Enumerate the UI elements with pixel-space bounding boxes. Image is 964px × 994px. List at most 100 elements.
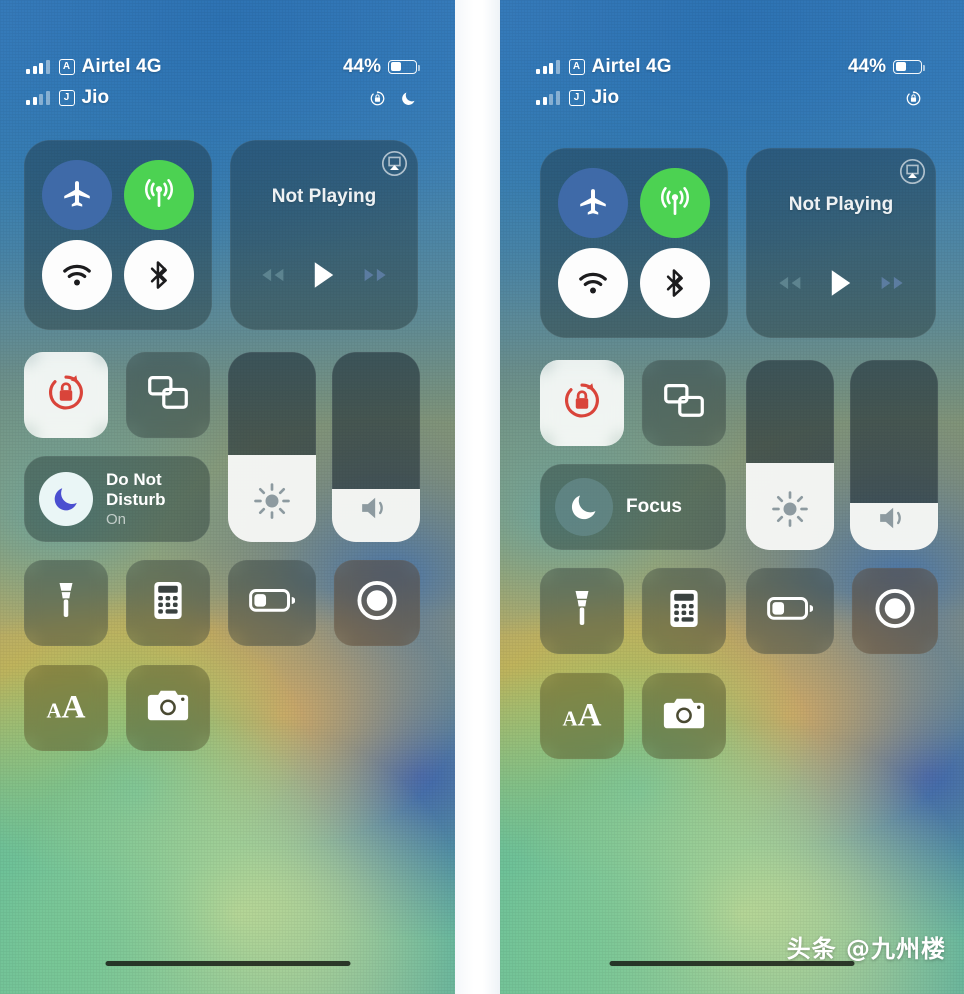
rotation-lock-icon — [369, 90, 386, 107]
wifi-icon — [579, 272, 607, 294]
carrier-label-sim2: Jio — [591, 87, 620, 108]
low-power-mode-tile[interactable] — [228, 560, 316, 646]
rotation-lock-icon — [44, 371, 88, 420]
screenshot-root: A Airtel 4G J Jio 44% Not Playing Do Not… — [0, 0, 964, 994]
screen-record-tile[interactable] — [852, 568, 938, 654]
record-icon — [355, 579, 399, 628]
focus-title: Do Not Disturb — [106, 469, 166, 509]
flashlight-tile[interactable] — [540, 568, 624, 654]
signal-bars-sim2 — [26, 91, 50, 105]
signal-bars-sim2 — [536, 91, 560, 105]
cellular-icon — [661, 187, 689, 215]
media-title: Not Playing — [271, 186, 377, 207]
home-indicator[interactable] — [105, 961, 350, 966]
phone-screenshot-left: A Airtel 4G J Jio 44% Not Playing Do Not… — [0, 0, 455, 994]
battery-percent-label: 44% — [847, 55, 886, 77]
wifi-button[interactable] — [42, 240, 112, 310]
text-size-icon: AA — [46, 689, 86, 726]
airplay-icon[interactable] — [381, 150, 408, 182]
focus-subtitle: On — [106, 510, 127, 528]
text-size-icon: AA — [562, 697, 602, 734]
watermark: 头条 @九州楼 — [786, 935, 946, 963]
sim1-badge-icon: A — [568, 58, 585, 75]
airplane-mode-button[interactable] — [558, 168, 628, 238]
volume-slider[interactable] — [850, 360, 938, 550]
screen-mirroring-icon — [146, 373, 190, 418]
moon-icon — [555, 478, 613, 536]
low-power-mode-tile[interactable] — [746, 568, 834, 654]
flashlight-icon — [46, 580, 86, 627]
wifi-icon — [63, 264, 91, 286]
screen-mirroring-tile[interactable] — [642, 360, 726, 446]
rotation-lock-icon — [905, 90, 922, 107]
wifi-button[interactable] — [558, 248, 628, 318]
connectivity-module — [24, 140, 212, 330]
battery-icon — [767, 596, 814, 627]
do-not-disturb-moon-icon — [400, 90, 417, 107]
carrier-label-sim1: Airtel 4G — [81, 55, 162, 77]
focus-title: Focus — [626, 496, 682, 517]
rotation-lock-tile[interactable] — [24, 352, 108, 438]
battery-icon — [249, 588, 296, 619]
calculator-tile[interactable] — [126, 560, 210, 646]
signal-bars-sim1 — [26, 59, 50, 74]
carrier-label-sim2: Jio — [81, 87, 110, 108]
sim2-badge-icon: J — [58, 90, 75, 106]
sim2-badge-icon: J — [568, 90, 585, 106]
battery-icon — [388, 59, 420, 74]
camera-tile[interactable] — [642, 673, 726, 759]
bluetooth-button[interactable] — [640, 248, 710, 318]
screen-record-tile[interactable] — [334, 560, 420, 646]
record-icon — [873, 587, 917, 636]
calculator-icon — [665, 588, 703, 635]
brightness-slider[interactable] — [746, 360, 834, 550]
media-rewind-button[interactable] — [258, 266, 286, 289]
text-size-tile[interactable]: AA — [24, 665, 108, 751]
media-play-button[interactable] — [828, 268, 854, 303]
airplane-mode-button[interactable] — [42, 160, 112, 230]
airplay-icon[interactable] — [899, 158, 926, 190]
cellular-data-button[interactable] — [124, 160, 194, 230]
screen-mirroring-tile[interactable] — [126, 352, 210, 438]
calculator-icon — [149, 580, 187, 627]
brightness-slider[interactable] — [228, 352, 316, 542]
media-title: Not Playing — [788, 194, 894, 215]
media-forward-button[interactable] — [879, 274, 907, 297]
phone-screenshot-right: A Airtel 4G J Jio 44% Not Playing Focus … — [500, 0, 964, 994]
calculator-tile[interactable] — [642, 568, 726, 654]
flashlight-icon — [562, 588, 602, 635]
media-play-button[interactable] — [311, 260, 337, 295]
camera-icon — [662, 696, 706, 737]
screen-mirroring-icon — [662, 381, 706, 426]
brightness-icon — [746, 490, 834, 528]
cellular-icon — [145, 179, 173, 207]
flashlight-tile[interactable] — [24, 560, 108, 646]
sim1-badge-icon: A — [58, 58, 75, 75]
rotation-lock-tile[interactable] — [540, 360, 624, 446]
rotation-lock-icon — [560, 379, 604, 428]
camera-tile[interactable] — [126, 665, 210, 751]
battery-percent-label: 44% — [342, 55, 381, 77]
brightness-icon — [228, 482, 316, 520]
carrier-label-sim1: Airtel 4G — [591, 55, 672, 77]
airplane-icon — [64, 181, 90, 207]
text-size-tile[interactable]: AA — [540, 673, 624, 759]
media-module[interactable]: Not Playing — [230, 140, 418, 330]
panel-divider — [455, 0, 500, 994]
focus-tile[interactable]: Focus — [540, 464, 726, 550]
battery-icon — [893, 59, 925, 74]
status-bar: A Airtel 4G J Jio 44% — [0, 50, 455, 120]
airplane-icon — [580, 189, 606, 215]
status-bar: A Airtel 4G J Jio 44% — [500, 50, 964, 120]
cellular-data-button[interactable] — [640, 168, 710, 238]
media-module[interactable]: Not Playing — [746, 148, 936, 338]
media-rewind-button[interactable] — [775, 274, 803, 297]
bluetooth-button[interactable] — [124, 240, 194, 310]
do-not-disturb-tile[interactable]: Do Not Disturb On — [24, 456, 210, 542]
camera-icon — [146, 688, 190, 729]
volume-slider[interactable] — [332, 352, 420, 542]
connectivity-module — [540, 148, 728, 338]
volume-icon — [332, 492, 420, 524]
media-forward-button[interactable] — [362, 266, 390, 289]
signal-bars-sim1 — [536, 59, 560, 74]
